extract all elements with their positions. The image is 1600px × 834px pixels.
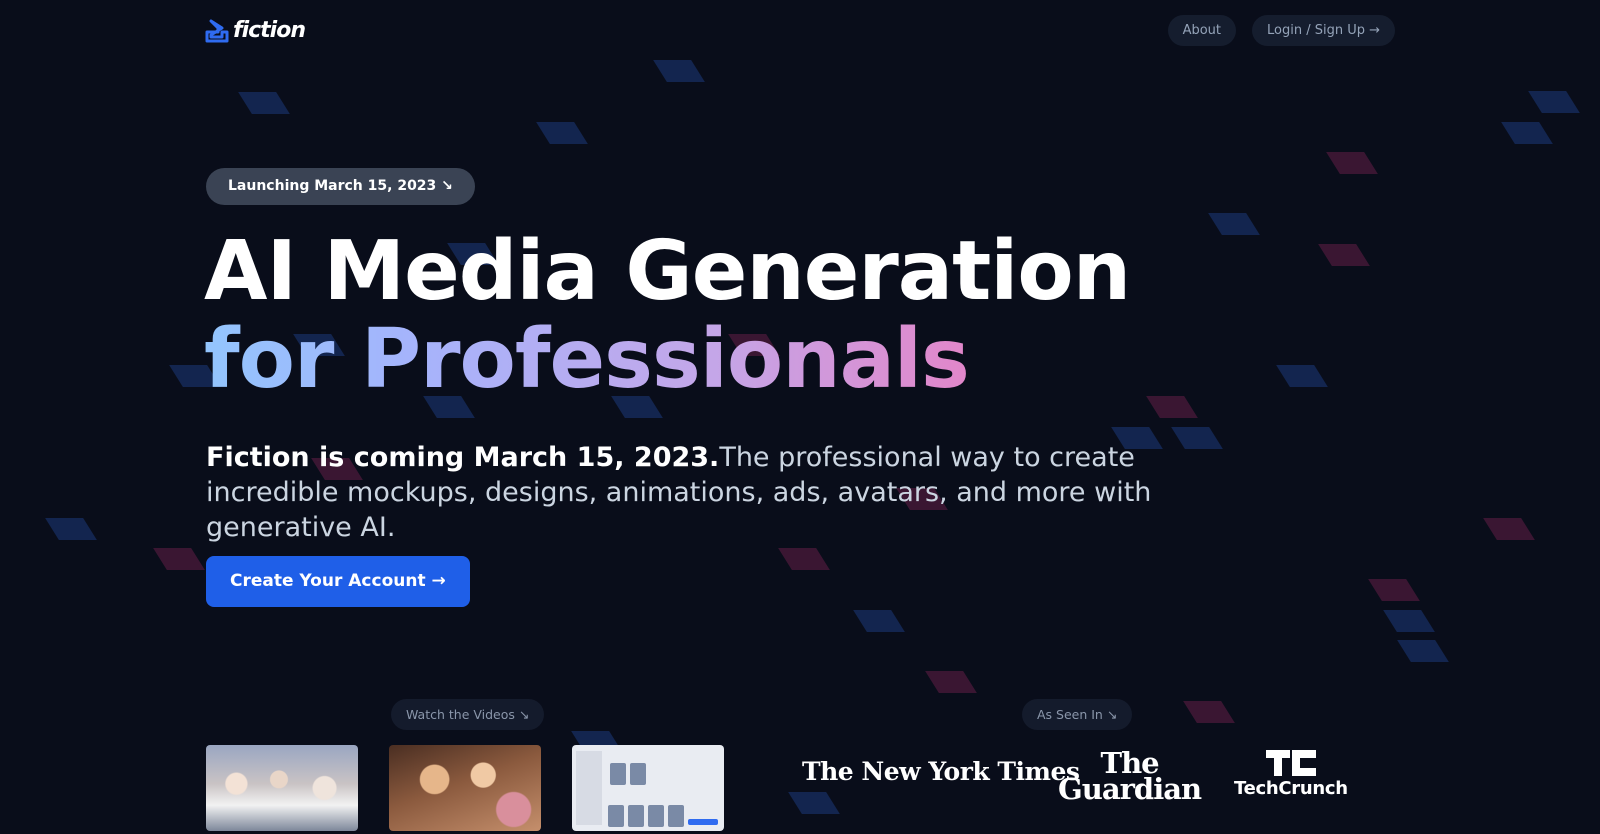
bg-shape (853, 610, 905, 632)
nyt-logo: The New York Times (802, 757, 1080, 786)
fiction-logo-icon (205, 19, 229, 42)
top-nav: About Login / Sign Up → (1167, 15, 1395, 46)
thumbnail-ui-image (610, 763, 626, 785)
login-signup-link[interactable]: Login / Sign Up → (1252, 15, 1395, 46)
bg-shape (153, 548, 205, 570)
bg-shape (1318, 244, 1370, 266)
guardian-logo-line-2: Guardian (1058, 772, 1202, 806)
background-shapes (0, 0, 1600, 834)
thumbnail-ui-image (630, 763, 646, 785)
hero-description: Fiction is coming March 15, 2023.The pro… (206, 440, 1216, 545)
techcrunch-tc-icon (1265, 750, 1316, 776)
thumbnail-ui-sidebar (576, 751, 602, 825)
brand-logo[interactable]: fiction (205, 18, 306, 43)
thumbnail-ui-image (668, 805, 684, 827)
hero-headline: AI Media Generation for Professionals (204, 224, 1131, 404)
bg-shape (536, 122, 588, 144)
create-account-button[interactable]: Create Your Account → (206, 556, 470, 607)
bg-shape (238, 92, 290, 114)
video-thumbnail-2[interactable] (389, 745, 541, 831)
bg-shape (1208, 213, 1260, 235)
bg-shape (1368, 579, 1420, 601)
thumbnail-ui-button (688, 819, 718, 825)
guardian-logo: The Guardian (1058, 749, 1202, 806)
as-seen-in-label: As Seen In ↘ (1022, 699, 1133, 730)
bg-shape (1146, 396, 1198, 418)
bg-shape (1326, 152, 1378, 174)
video-thumbnail-3[interactable] (572, 745, 724, 831)
bg-shape (1483, 518, 1535, 540)
bg-shape (1276, 365, 1328, 387)
bg-shape (1501, 122, 1553, 144)
watch-videos-label: Watch the Videos ↘ (391, 699, 545, 730)
thumbnail-ui-image (628, 805, 644, 827)
techcrunch-logo-text: TechCrunch (1234, 778, 1348, 799)
bg-shape (925, 671, 977, 693)
hero-description-bold: Fiction is coming March 15, 2023. (206, 442, 720, 473)
bg-shape (788, 792, 840, 814)
bg-shape (1383, 610, 1435, 632)
bg-shape (653, 60, 705, 82)
headline-line-2: for Professionals (204, 316, 1130, 404)
bg-shape (1528, 91, 1580, 113)
landing-page: fiction About Login / Sign Up → Launchin… (0, 0, 1600, 834)
bg-shape (1183, 701, 1235, 723)
bg-shape (1397, 640, 1449, 662)
techcrunch-logo: TechCrunch (1234, 750, 1348, 799)
thumbnail-ui-image (608, 805, 624, 827)
bg-shape (45, 518, 97, 540)
video-thumbnail-1[interactable] (206, 745, 358, 831)
headline-line-1: AI Media Generation (204, 224, 1131, 319)
launch-badge: Launching March 15, 2023 ↘ (206, 168, 475, 205)
logo-text: fiction (233, 18, 306, 43)
thumbnail-ui-image (648, 805, 664, 827)
about-link[interactable]: About (1167, 15, 1236, 46)
bg-shape (778, 548, 830, 570)
